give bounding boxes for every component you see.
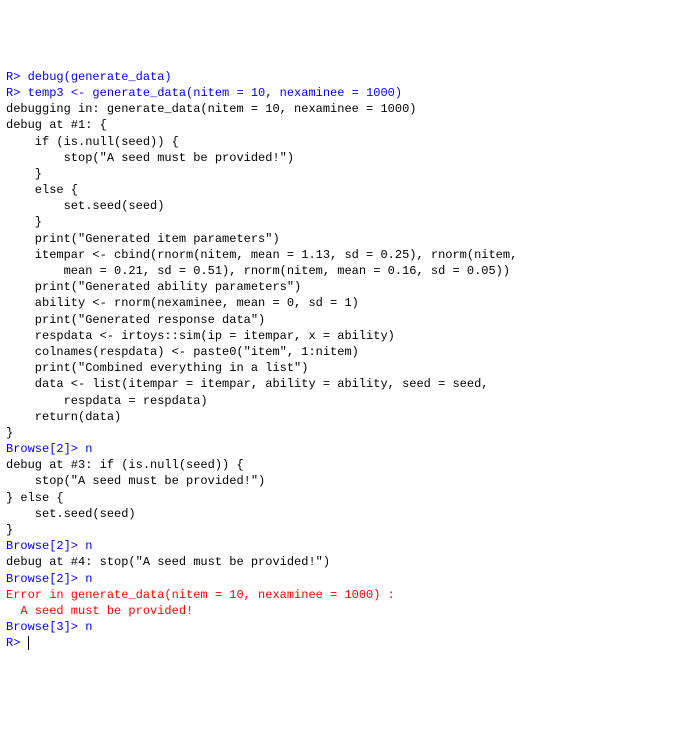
console-input-text: n	[85, 442, 92, 456]
console-input-text: debug(generate_data)	[28, 70, 172, 84]
console-output-line: respdata <- irtoys::sim(ip = itempar, x …	[6, 329, 395, 343]
console-output-line: debug at #1: {	[6, 118, 107, 132]
console-prompt: Browse[2]>	[6, 539, 85, 553]
console-output-line: set.seed(seed)	[6, 507, 136, 521]
console-output-line: colnames(respdata) <- paste0("item", 1:n…	[6, 345, 359, 359]
console-input-text: n	[85, 539, 92, 553]
console-error-line: A seed must be provided!	[6, 604, 193, 618]
console-output-line: stop("A seed must be provided!")	[6, 474, 265, 488]
text-cursor	[28, 636, 29, 650]
console-prompt: R>	[6, 86, 28, 100]
console-output-line: print("Combined everything in a list")	[6, 361, 308, 375]
console-output-line: }	[6, 215, 42, 229]
console-output-line: print("Generated item parameters")	[6, 232, 280, 246]
console-output-line: itempar <- cbind(rnorm(nitem, mean = 1.1…	[6, 248, 517, 262]
console-output-line: data <- list(itempar = itempar, ability …	[6, 377, 488, 391]
console-input-text: n	[85, 620, 92, 634]
console-output-line: if (is.null(seed)) {	[6, 135, 179, 149]
console-output-line: print("Generated response data")	[6, 313, 265, 327]
console-prompt: Browse[3]>	[6, 620, 85, 634]
console-output-line: stop("A seed must be provided!")	[6, 151, 294, 165]
console-output-line: set.seed(seed)	[6, 199, 164, 213]
console-output-line: }	[6, 167, 42, 181]
console-output-line: } else {	[6, 491, 64, 505]
console-output-line: }	[6, 426, 13, 440]
console-output-line: }	[6, 523, 13, 537]
console-output-line: respdata = respdata)	[6, 394, 208, 408]
console-output-line: debug at #4: stop("A seed must be provid…	[6, 555, 330, 569]
console-error-line: Error in generate_data(nitem = 10, nexam…	[6, 588, 395, 602]
console-prompt: Browse[2]>	[6, 572, 85, 586]
console-output-line: ability <- rnorm(nexaminee, mean = 0, sd…	[6, 296, 359, 310]
console-prompt: R>	[6, 636, 28, 650]
console-output-line: debugging in: generate_data(nitem = 10, …	[6, 102, 416, 116]
console-input-text: temp3 <- generate_data(nitem = 10, nexam…	[28, 86, 402, 100]
console-prompt: Browse[2]>	[6, 442, 85, 456]
console-output-line: return(data)	[6, 410, 121, 424]
console-output-line: else {	[6, 183, 78, 197]
console-output-line: print("Generated ability parameters")	[6, 280, 301, 294]
r-console[interactable]: R> debug(generate_data) R> temp3 <- gene…	[6, 69, 691, 652]
console-output-line: mean = 0.21, sd = 0.51), rnorm(nitem, me…	[6, 264, 510, 278]
console-input-text: n	[85, 572, 92, 586]
console-prompt: R>	[6, 70, 28, 84]
console-output-line: debug at #3: if (is.null(seed)) {	[6, 458, 244, 472]
